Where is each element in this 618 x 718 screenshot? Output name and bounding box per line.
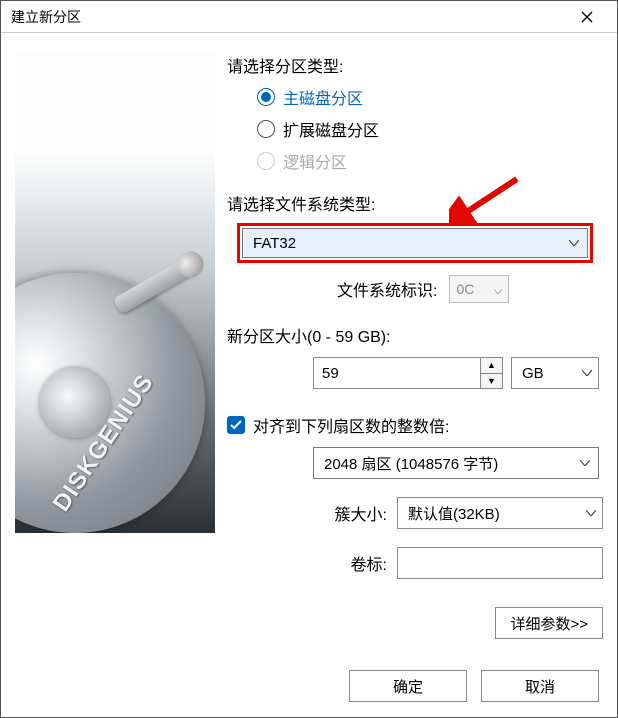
form-area: 请选择分区类型: 主磁盘分区 扩展磁盘分区 逻辑分区 请选择文件系统类型: (227, 53, 603, 649)
radio-icon (257, 120, 275, 138)
partition-size-value: 59 (314, 358, 480, 388)
volume-label-input[interactable] (397, 547, 603, 579)
filesystem-type-label: 请选择文件系统类型: (227, 191, 603, 215)
align-sector-select[interactable]: 2048 扇区 (1048576 字节) (313, 447, 599, 479)
partition-type-radio-group: 主磁盘分区 扩展磁盘分区 逻辑分区 (257, 85, 603, 173)
align-sector-value: 2048 扇区 (1048576 字节) (324, 453, 498, 474)
window-title: 建立新分区 (11, 7, 565, 27)
checkbox-checked-icon (227, 416, 245, 434)
detail-params-button[interactable]: 详细参数>> (495, 607, 603, 639)
volume-label-label: 卷标: (227, 551, 387, 575)
size-unit-select[interactable]: GB (511, 357, 599, 389)
filesystem-select[interactable]: FAT32 (242, 228, 588, 258)
chevron-down-icon (586, 510, 596, 516)
chevron-down-icon (494, 281, 502, 297)
cluster-size-value: 默认值(32KB) (408, 503, 500, 524)
radio-logical-partition: 逻辑分区 (257, 149, 603, 173)
radio-label: 主磁盘分区 (283, 85, 363, 109)
align-checkbox-label: 对齐到下列扇区数的整数倍: (253, 413, 449, 437)
align-checkbox-row[interactable]: 对齐到下列扇区数的整数倍: (227, 413, 603, 437)
size-spinner: ▲ ▼ (480, 358, 502, 388)
partition-size-label: 新分区大小(0 - 59 GB): (227, 323, 603, 347)
cluster-size-label: 簇大小: (227, 501, 387, 525)
cancel-button-label: 取消 (525, 676, 555, 697)
partition-type-label: 请选择分区类型: (227, 53, 603, 77)
cluster-size-row: 簇大小: 默认值(32KB) (227, 497, 603, 529)
dialog-body: DISKGENIUS 请选择分区类型: 主磁盘分区 扩展磁盘分区 逻辑分区 请选… (1, 33, 617, 661)
filesystem-id-row: 文件系统标识: 0C (227, 275, 603, 303)
spinner-down-button[interactable]: ▼ (481, 374, 502, 389)
filesystem-id-value: 0C (456, 281, 474, 297)
partition-size-row: 59 ▲ ▼ GB (313, 357, 603, 389)
ok-button[interactable]: 确定 (349, 670, 467, 702)
cancel-button[interactable]: 取消 (481, 670, 599, 702)
radio-icon (257, 152, 275, 170)
volume-label-row: 卷标: (227, 547, 603, 579)
radio-icon (257, 88, 275, 106)
ok-button-label: 确定 (393, 676, 423, 697)
align-select-row: 2048 扇区 (1048576 字节) (313, 447, 603, 479)
dialog-window: 建立新分区 DISKGENIUS 请选择分区类型: 主磁盘分区 扩展磁盘分区 (0, 0, 618, 718)
detail-params-label: 详细参数>> (510, 613, 588, 634)
titlebar: 建立新分区 (1, 1, 617, 33)
size-unit-value: GB (522, 365, 544, 382)
detail-button-row: 详细参数>> (227, 607, 603, 639)
hdd-platter-graphic (15, 273, 205, 533)
spinner-up-button[interactable]: ▲ (481, 358, 502, 374)
radio-primary-partition[interactable]: 主磁盘分区 (257, 85, 603, 109)
filesystem-id-label: 文件系统标识: (337, 277, 437, 301)
chevron-down-icon (569, 240, 579, 246)
chevron-down-icon (580, 460, 590, 466)
filesystem-select-highlight: FAT32 (237, 223, 593, 263)
close-icon (581, 11, 593, 23)
partition-size-input[interactable]: 59 ▲ ▼ (313, 357, 503, 389)
radio-label: 扩展磁盘分区 (283, 117, 379, 141)
radio-label: 逻辑分区 (283, 149, 347, 173)
dialog-footer: 确定 取消 (1, 661, 617, 717)
close-button[interactable] (565, 2, 609, 32)
filesystem-select-value: FAT32 (253, 235, 296, 252)
chevron-down-icon (582, 370, 592, 376)
filesystem-id-select: 0C (449, 275, 509, 303)
radio-extended-partition[interactable]: 扩展磁盘分区 (257, 117, 603, 141)
sidebar-illustration: DISKGENIUS (15, 53, 215, 533)
cluster-size-select[interactable]: 默认值(32KB) (397, 497, 603, 529)
